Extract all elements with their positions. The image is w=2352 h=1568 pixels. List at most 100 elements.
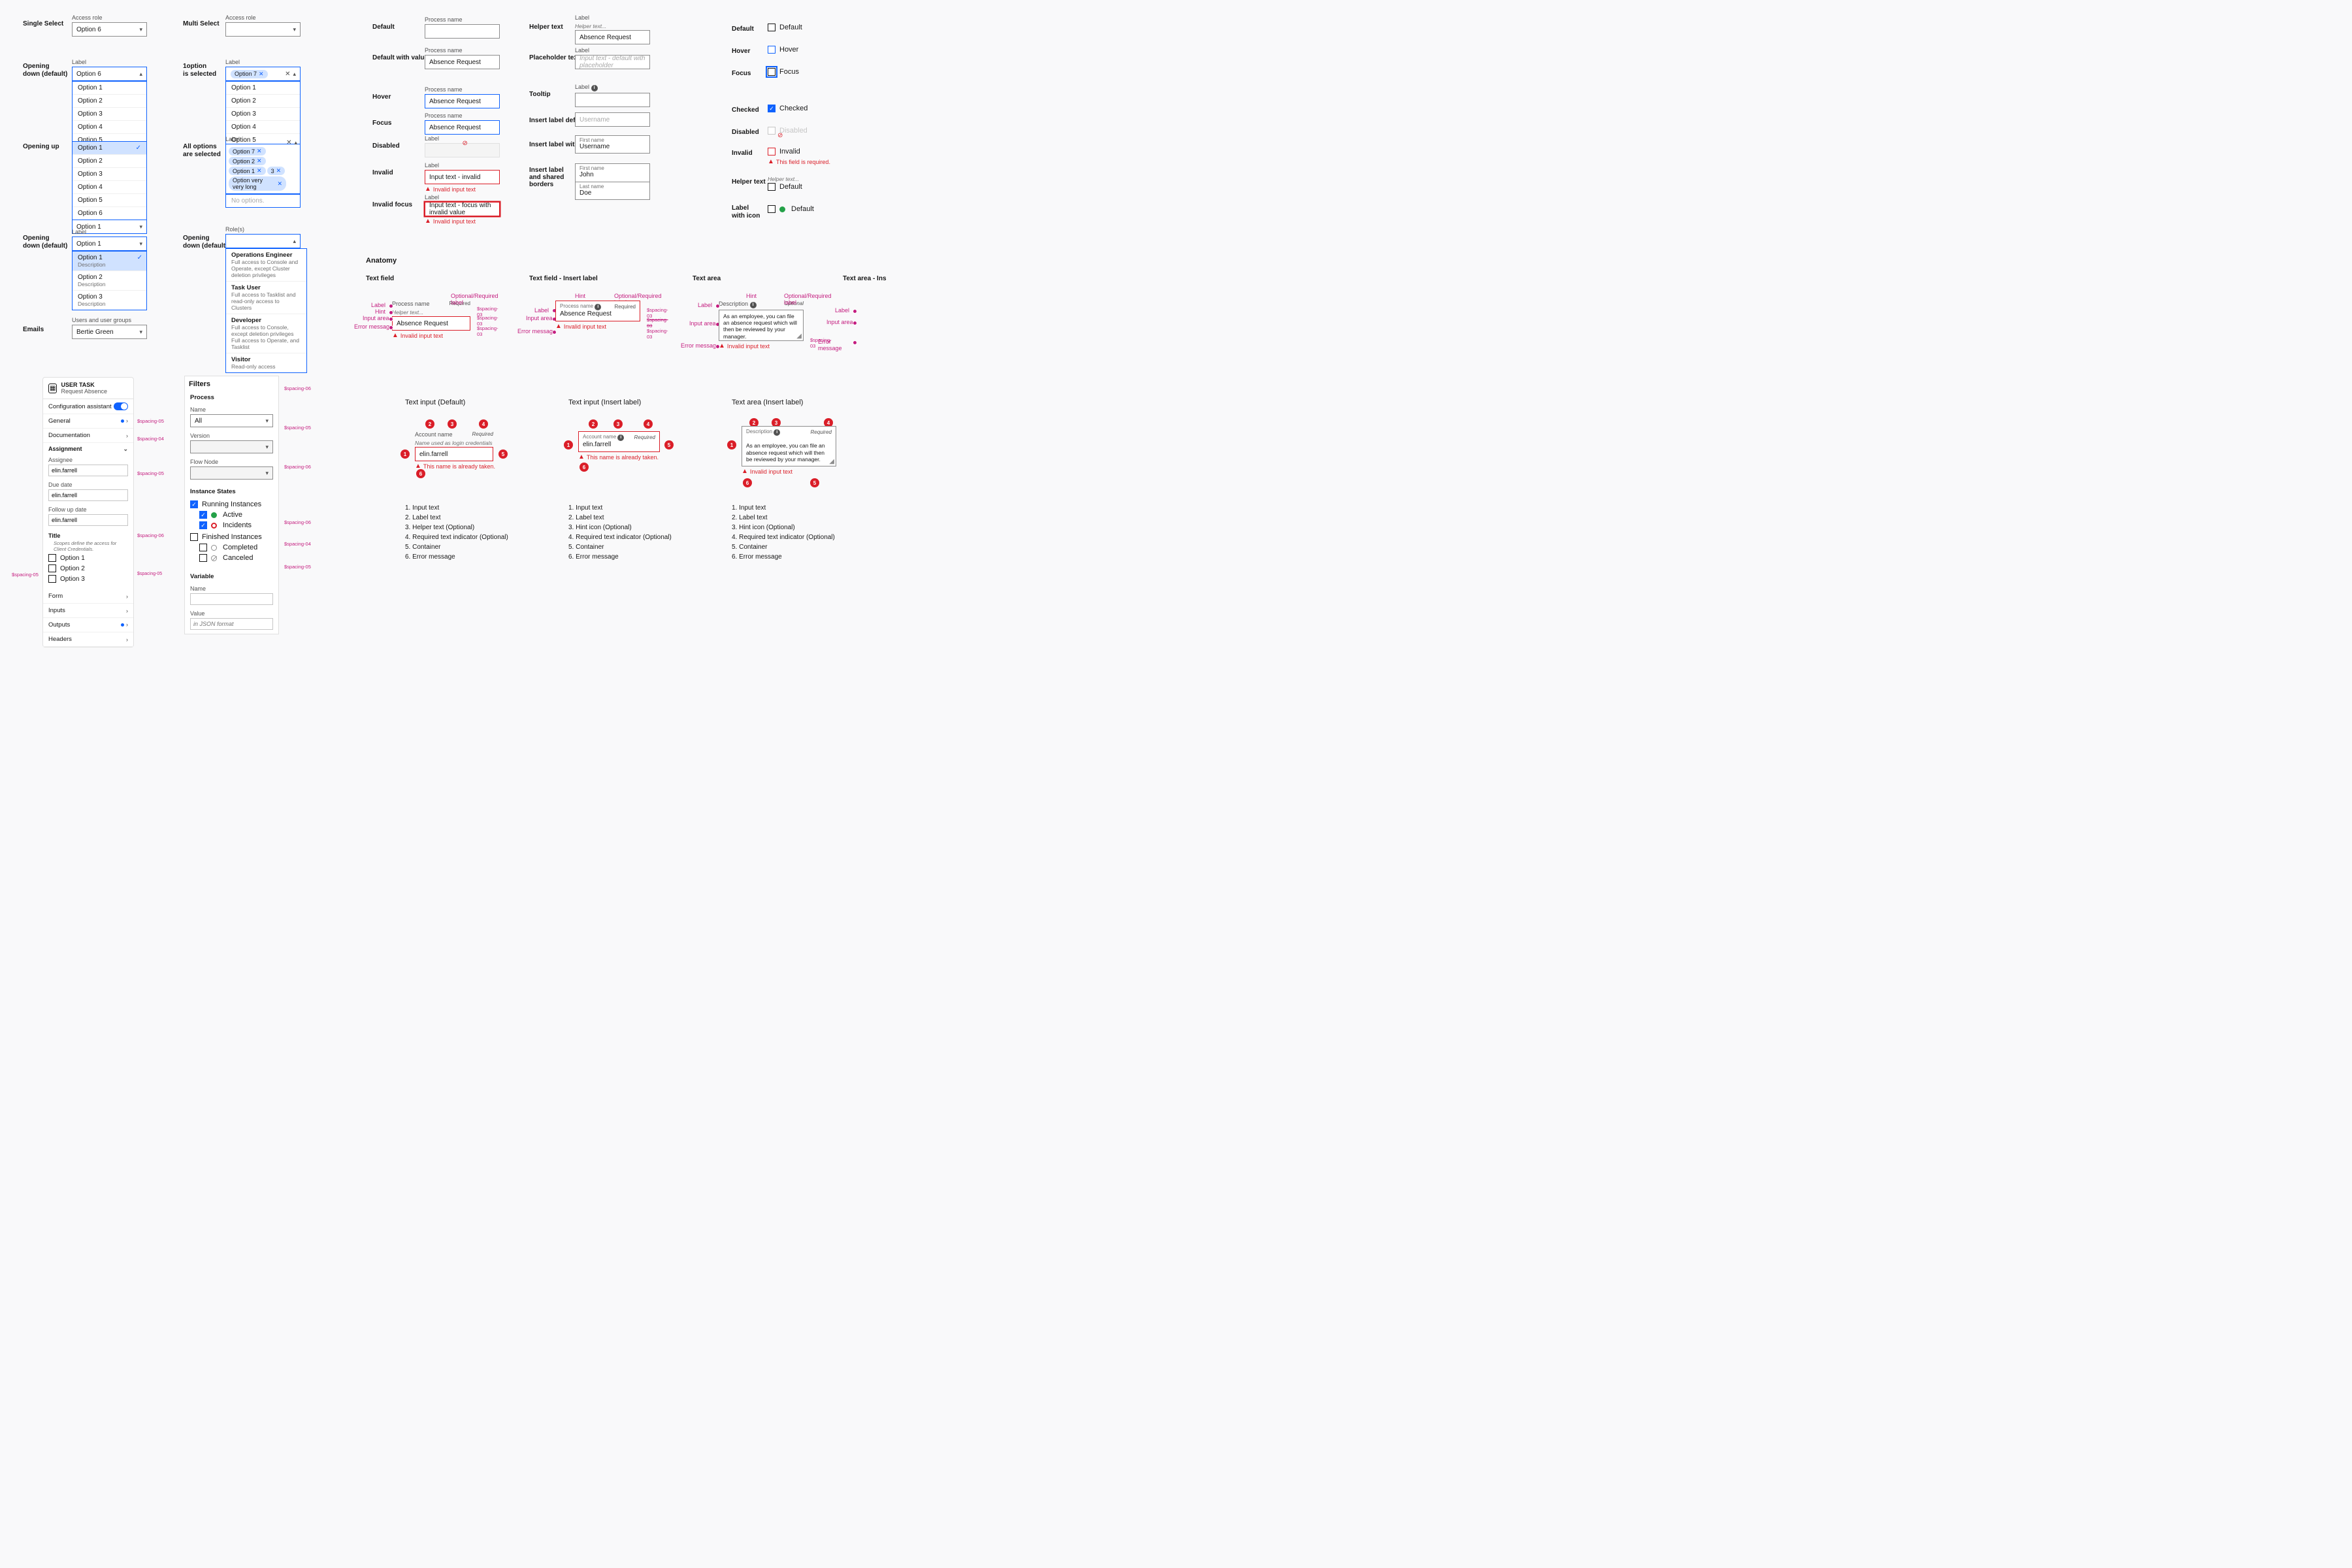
anatomy-tf-input[interactable]: Absence Request [392, 316, 470, 331]
followup-input[interactable] [48, 514, 128, 526]
canceled-icon [211, 555, 217, 561]
tf-default-input[interactable] [425, 24, 500, 39]
config-assist-row[interactable]: Configuration assistant [43, 399, 133, 414]
var-value-input[interactable] [190, 618, 273, 630]
resize-icon[interactable]: ◢ [829, 458, 834, 466]
tf2-placeholder-input[interactable]: Input text - default with placeholder [575, 55, 650, 69]
up-option-1[interactable]: Option 1✓ [73, 142, 146, 155]
tf-focus-input[interactable]: Absence Request [425, 120, 500, 135]
multi-select-label: Access role [225, 14, 301, 21]
ex-tainsert-input[interactable]: Description iRequired As an employee, yo… [742, 426, 836, 466]
single-select[interactable]: Option 6 ▾ [72, 22, 147, 37]
role-ops[interactable]: Operations EngineerFull access to Consol… [226, 249, 306, 282]
assignment-section[interactable]: Assignment⌄ [43, 443, 133, 455]
documentation-row[interactable]: Documentation› [43, 429, 133, 443]
tf-hover-input[interactable]: Absence Request [425, 94, 500, 108]
tf2-insertdef-input[interactable]: Username [575, 112, 650, 127]
tf-defval-input[interactable]: Absence Request [425, 55, 500, 69]
version-select[interactable]: ▾ [190, 440, 273, 453]
running-checkbox[interactable]: ✓ [190, 500, 198, 508]
check-icon: ✓ [137, 254, 142, 261]
opt1-checkbox[interactable] [48, 554, 56, 562]
tf-invalid-input[interactable]: Input text - invalid [425, 170, 500, 184]
chip-3[interactable]: 3✕ [267, 167, 286, 175]
checkbox-helper[interactable] [768, 183, 776, 191]
up-option-2[interactable]: Option 2 [73, 155, 146, 168]
chip-long[interactable]: Option very very long✕ [229, 176, 286, 191]
ex-tiinsert-input[interactable]: Account name iRequired elin.farrell [578, 431, 660, 452]
opening-down2-select[interactable]: Option 1 ▾ [72, 237, 147, 251]
form-row[interactable]: Form› [43, 589, 133, 604]
due-date-input[interactable] [48, 489, 128, 501]
checkbox-invalid[interactable] [768, 148, 776, 155]
flownode-select[interactable]: ▾ [190, 466, 273, 480]
role-visitor[interactable]: VisitorRead-only access [226, 353, 306, 372]
option-4[interactable]: Option 4 [73, 121, 146, 134]
option-3[interactable]: Option 3 [73, 108, 146, 121]
assignee-input[interactable] [48, 465, 128, 476]
tf2-tooltip-input[interactable] [575, 93, 650, 107]
tf2-inserttext-input[interactable]: First name Username [575, 135, 650, 154]
completed-checkbox[interactable] [199, 544, 207, 551]
chip-option-1[interactable]: Option 1✕ [229, 167, 266, 175]
chip-option-7[interactable]: Option 7✕ [229, 147, 266, 155]
chevron-down-icon: ▾ [139, 26, 142, 33]
checkbox-with-icon[interactable] [768, 205, 776, 213]
checkbox-checked[interactable]: ✓ [768, 105, 776, 112]
role-task[interactable]: Task UserFull access to Tasklist and rea… [226, 282, 306, 314]
all-options-select[interactable]: Option 7✕ Option 2✕ Option 1✕ 3✕ Option … [225, 144, 301, 194]
var-name-input[interactable] [190, 593, 273, 605]
info-icon: i [595, 304, 601, 310]
chip-option-2[interactable]: Option 2✕ [229, 157, 266, 165]
multi-select[interactable]: ▾ [225, 22, 301, 37]
opt2-checkbox[interactable] [48, 564, 56, 572]
ms-opt2[interactable]: Option 2 [226, 95, 300, 108]
chip-close-icon[interactable]: ✕ [259, 71, 264, 78]
info-icon[interactable]: i [591, 85, 598, 91]
option-2[interactable]: Option 2 [73, 95, 146, 108]
opt3[interactable]: Option 3Description [73, 291, 146, 310]
ex-ti-input[interactable]: elin.farrell [415, 447, 493, 461]
inputs-row[interactable]: Inputs› [43, 604, 133, 618]
finished-checkbox[interactable] [190, 533, 198, 541]
ex-tiinsert-title: Text input (Insert label) [568, 399, 641, 406]
opt1[interactable]: Option 1Description ✓ [73, 252, 146, 271]
ms-opt4[interactable]: Option 4 [226, 121, 300, 134]
up-option-6[interactable]: Option 6 [73, 207, 146, 220]
active-checkbox[interactable]: ✓ [199, 511, 207, 519]
checkbox-focus[interactable] [768, 68, 776, 76]
up-option-5[interactable]: Option 5 [73, 194, 146, 207]
opening-down-select[interactable]: Option 6 ▴ [72, 67, 147, 81]
ms-opt3[interactable]: Option 3 [226, 108, 300, 121]
anatomy-tfinsert-input[interactable]: Process name iRequired Absence Request [555, 301, 640, 321]
up-option-4[interactable]: Option 4 [73, 181, 146, 194]
outputs-row[interactable]: Outputs› [43, 618, 133, 632]
tf2-shared-input1[interactable]: First name John [575, 163, 650, 182]
name-select[interactable]: All▾ [190, 414, 273, 427]
toggle[interactable] [114, 402, 128, 410]
resize-icon[interactable]: ◢ [796, 333, 802, 340]
tf2-helper-input[interactable]: Absence Request [575, 30, 650, 44]
incidents-checkbox[interactable]: ✓ [199, 521, 207, 529]
clear-icon[interactable]: ✕ [285, 71, 290, 78]
role-dev[interactable]: DeveloperFull access to Console, except … [226, 314, 306, 353]
general-row[interactable]: General› [43, 414, 133, 429]
chip-option-7[interactable]: Option 7✕ [231, 70, 268, 78]
tf2-shared-input2[interactable]: Last name Doe [575, 182, 650, 200]
anatomy-ta-input[interactable]: As an employee, you can file an absence … [719, 310, 804, 341]
headers-row[interactable]: Headers› [43, 632, 133, 647]
one-option-select[interactable]: Option 7✕ ✕▴ [225, 67, 301, 81]
canceled-checkbox[interactable] [199, 554, 207, 562]
emails-select[interactable]: Bertie Green ▾ [72, 325, 147, 339]
checkbox-default[interactable] [768, 24, 776, 31]
opt2[interactable]: Option 2Description [73, 271, 146, 291]
clear-icon[interactable]: ✕ [286, 139, 291, 146]
tf-invalidfocus-input[interactable]: Input text - focus with invalid value [425, 202, 500, 216]
up-option-3[interactable]: Option 3 [73, 168, 146, 181]
cb-helper-label: Default [779, 183, 802, 191]
ms-opt1[interactable]: Option 1 [226, 82, 300, 95]
option-1[interactable]: Option 1 [73, 82, 146, 95]
opt3-checkbox[interactable] [48, 575, 56, 583]
roles-select[interactable]: ▴ [225, 234, 301, 248]
checkbox-hover[interactable] [768, 46, 776, 54]
